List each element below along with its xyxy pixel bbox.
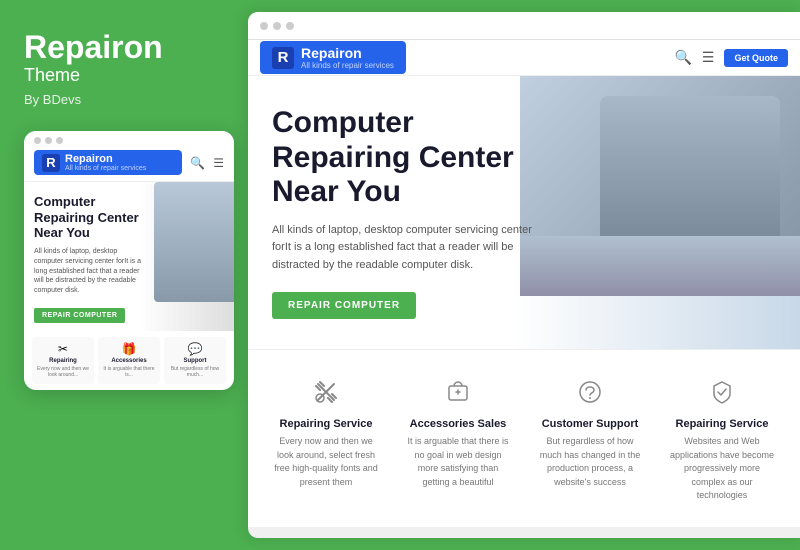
- desktop-service-4-title: Repairing Service: [668, 418, 776, 430]
- mobile-logo: R Repairon All kinds of repair services: [34, 150, 182, 175]
- desktop-service-3: Customer Support But regardless of how m…: [532, 366, 648, 511]
- desktop-hero: Computer Repairing Center Near You All k…: [248, 76, 800, 349]
- desktop-service-1: Repairing Service Every now and then we …: [268, 366, 384, 511]
- desktop-hero-title: Computer Repairing Center Near You: [272, 106, 552, 210]
- mobile-hero: Computer Repairing Center Near You All k…: [24, 182, 234, 331]
- desktop-service-1-title: Repairing Service: [272, 418, 380, 430]
- mobile-service-1-title: Repairing: [35, 358, 91, 364]
- mobile-service-1: ✂ Repairing Every now and then we look a…: [32, 337, 94, 384]
- app-name: Repairon: [24, 30, 224, 65]
- desktop-topbar: [248, 12, 800, 40]
- mobile-nav: R Repairon All kinds of repair services …: [24, 144, 234, 182]
- app-subtitle: Theme: [24, 65, 224, 86]
- mobile-hero-person: [154, 182, 234, 302]
- desktop-service-4-desc: Websites and Web applications have becom…: [668, 435, 776, 503]
- left-panel: Repairon Theme By BDevs R Repairon All k…: [0, 0, 248, 550]
- mobile-services: ✂ Repairing Every now and then we look a…: [24, 331, 234, 390]
- mobile-mockup: R Repairon All kinds of repair services …: [24, 131, 234, 390]
- desktop-hero-desc: All kinds of laptop, desktop computer se…: [272, 222, 542, 275]
- desktop-service-4: Repairing Service Websites and Web appli…: [664, 366, 780, 511]
- mobile-hero-image: [154, 182, 234, 302]
- desktop-logo-tagline: All kinds of repair services: [301, 61, 394, 70]
- desktop-service-3-desc: But regardless of how much has changed i…: [536, 435, 644, 489]
- mobile-service-2-desc: It is arguable that there is...: [101, 366, 157, 379]
- mobile-window-dots: [34, 137, 63, 144]
- desktop-service-3-title: Customer Support: [536, 418, 644, 430]
- desktop-quote-button[interactable]: Get Quote: [724, 49, 788, 67]
- desktop-dot-3: [286, 22, 294, 30]
- desktop-logo-name-wrap: Repairon All kinds of repair services: [301, 45, 394, 70]
- desktop-logo-letter: R: [272, 47, 294, 69]
- desktop-search-icon[interactable]: 🔍: [674, 49, 691, 66]
- mobile-service-2: 🎁 Accessories It is arguable that there …: [98, 337, 160, 384]
- mobile-service-1-desc: Every now and then we look around...: [35, 366, 91, 379]
- desktop-menu-icon[interactable]: ☰: [702, 49, 715, 66]
- desktop-window-dots: [260, 22, 294, 30]
- mobile-service-3-title: Support: [167, 358, 223, 364]
- mobile-logo-tagline: All kinds of repair services: [65, 165, 146, 172]
- mobile-logo-letter: R: [42, 154, 60, 172]
- desktop-preview: R Repairon All kinds of repair services …: [248, 12, 800, 538]
- mobile-search-icon[interactable]: 🔍: [190, 156, 205, 170]
- desktop-service-3-icon: [572, 374, 608, 410]
- app-author: By BDevs: [24, 92, 224, 107]
- desktop-service-2: Accessories Sales It is arguable that th…: [400, 366, 516, 511]
- desktop-browser: R Repairon All kinds of repair services …: [248, 40, 800, 538]
- mobile-hero-title: Computer Repairing Center Near You: [34, 194, 144, 241]
- desktop-nav: R Repairon All kinds of repair services …: [248, 40, 800, 76]
- desktop-service-2-desc: It is arguable that there is no goal in …: [404, 435, 512, 489]
- mobile-service-1-icon: ✂: [35, 342, 91, 356]
- desk-element: [520, 236, 800, 296]
- desktop-hero-person-image: [520, 76, 800, 296]
- desktop-service-2-title: Accessories Sales: [404, 418, 512, 430]
- desktop-repair-button[interactable]: REPAIR COMPUTER: [272, 292, 416, 319]
- mobile-service-3: 💬 Support But regardless of how much...: [164, 337, 226, 384]
- desktop-logo-name: Repairon: [301, 45, 394, 61]
- mobile-repair-button[interactable]: REPAIR COMPUTER: [34, 308, 125, 323]
- desktop-service-2-icon: [440, 374, 476, 410]
- desktop-logo: R Repairon All kinds of repair services: [260, 41, 406, 74]
- desktop-dot-2: [273, 22, 281, 30]
- desktop-nav-right: 🔍 ☰ Get Quote: [674, 49, 788, 67]
- mobile-service-3-icon: 💬: [167, 342, 223, 356]
- mobile-menu-icon[interactable]: ☰: [213, 156, 224, 170]
- mobile-nav-icons: 🔍 ☰: [190, 156, 224, 170]
- mobile-service-2-title: Accessories: [101, 358, 157, 364]
- desktop-service-1-desc: Every now and then we look around, selec…: [272, 435, 380, 489]
- mobile-service-3-desc: But regardless of how much...: [167, 366, 223, 379]
- mobile-logo-name-wrap: Repairon All kinds of repair services: [65, 153, 146, 172]
- mobile-service-2-icon: 🎁: [101, 342, 157, 356]
- dot-1: [34, 137, 41, 144]
- desktop-service-1-icon: [308, 374, 344, 410]
- mobile-hero-desc: All kinds of laptop, desktop computer se…: [34, 247, 144, 296]
- desktop-service-4-icon: [704, 374, 740, 410]
- desktop-services: Repairing Service Every now and then we …: [248, 349, 800, 527]
- dot-2: [45, 137, 52, 144]
- dot-3: [56, 137, 63, 144]
- mobile-logo-name: Repairon: [65, 153, 146, 165]
- mobile-topbar: [24, 131, 234, 144]
- desktop-dot-1: [260, 22, 268, 30]
